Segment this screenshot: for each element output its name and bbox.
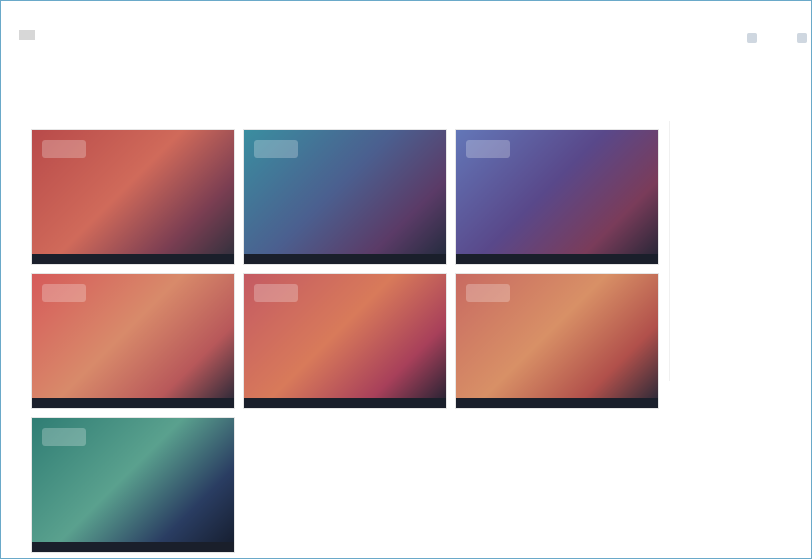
thumbnail-stripe — [456, 254, 658, 264]
thumbnail-grid — [31, 129, 659, 558]
top-links — [747, 27, 811, 49]
thumbnail-tile[interactable] — [243, 273, 447, 409]
menu-icon[interactable] — [797, 33, 807, 43]
thumbnail-stripe — [32, 254, 234, 264]
thumbnail-image — [456, 274, 658, 408]
app-icon — [19, 29, 35, 40]
thumbnail-tile[interactable] — [455, 273, 659, 409]
thumbnail-image — [456, 130, 658, 264]
thumbnail-highlight — [42, 140, 86, 158]
thumbnail-stripe — [244, 254, 446, 264]
browser-frame — [0, 0, 812, 559]
thumbnail-tile[interactable] — [243, 129, 447, 265]
app-title — [19, 27, 319, 49]
nav-row — [23, 63, 43, 87]
top-bar — [1, 1, 811, 61]
thumbnail-tile[interactable] — [455, 129, 659, 265]
thumbnail-highlight — [466, 140, 510, 158]
thumbnail-image — [32, 274, 234, 408]
thumbnail-stripe — [32, 398, 234, 408]
thumbnail-tile[interactable] — [31, 417, 235, 553]
right-panel — [669, 121, 810, 381]
thumbnail-image — [244, 130, 446, 264]
thumbnail-highlight — [466, 284, 510, 302]
thumbnail-highlight — [254, 284, 298, 302]
profile-icon[interactable] — [747, 33, 757, 43]
thumbnail-image — [32, 130, 234, 264]
thumbnail-highlight — [42, 428, 86, 446]
thumbnail-image — [32, 418, 234, 552]
thumbnail-highlight — [42, 284, 86, 302]
thumbnail-tile[interactable] — [31, 129, 235, 265]
thumbnail-tile[interactable] — [31, 273, 235, 409]
thumbnail-highlight — [254, 140, 298, 158]
thumbnail-stripe — [32, 542, 234, 552]
thumbnail-stripe — [456, 398, 658, 408]
thumbnail-stripe — [244, 398, 446, 408]
thumbnail-image — [244, 274, 446, 408]
